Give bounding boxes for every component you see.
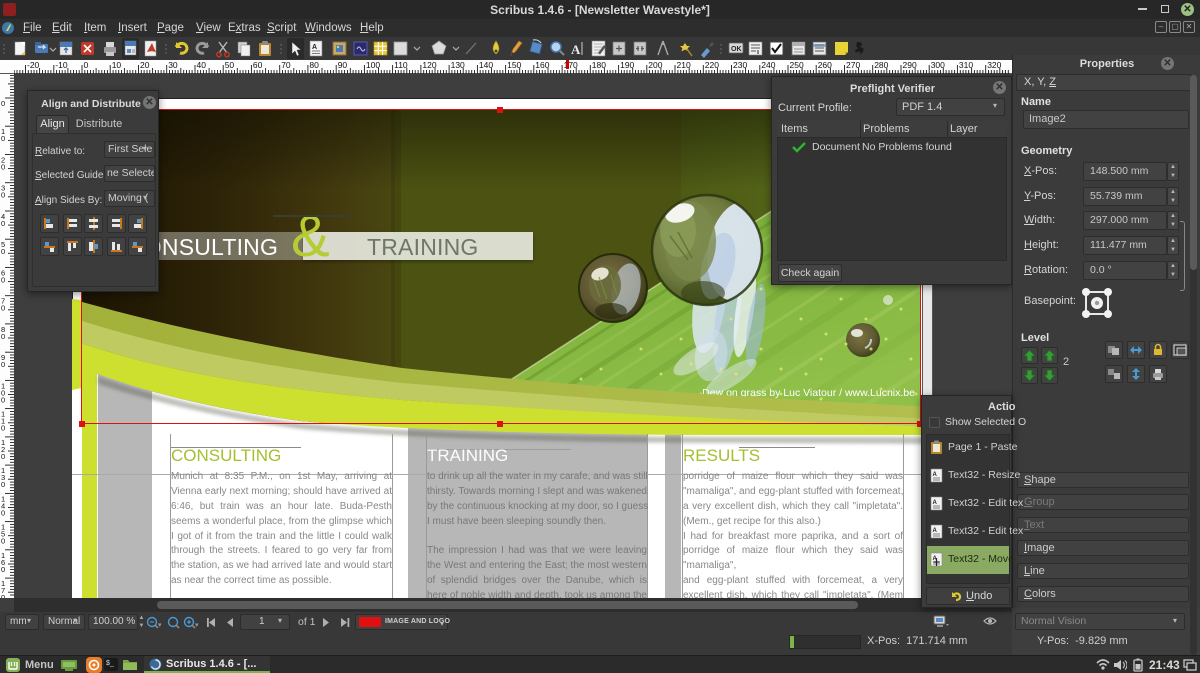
svg-text:30: 30 — [168, 60, 178, 70]
svg-text:0: 0 — [1, 134, 5, 143]
svg-text:0: 0 — [1, 452, 5, 461]
svg-text:0: 0 — [1, 332, 5, 341]
svg-text:-20: -20 — [27, 60, 40, 70]
svg-text:0: 0 — [1, 99, 5, 108]
svg-text:0: 0 — [1, 304, 5, 313]
svg-text:0: 0 — [1, 191, 5, 200]
svg-text:90: 90 — [338, 60, 348, 70]
svg-text:0: 0 — [1, 219, 5, 228]
svg-text:0: 0 — [1, 247, 5, 256]
svg-text:0: 0 — [1, 275, 5, 284]
svg-text:0: 0 — [84, 60, 89, 70]
svg-text:0: 0 — [1, 537, 5, 546]
svg-text:70: 70 — [281, 60, 291, 70]
svg-text:0: 0 — [1, 565, 5, 574]
svg-text:110: 110 — [394, 60, 408, 70]
svg-text:-10: -10 — [55, 60, 68, 70]
svg-text:20: 20 — [140, 60, 150, 70]
svg-text:50: 50 — [225, 60, 235, 70]
svg-text:0: 0 — [1, 424, 5, 433]
svg-text:A: A — [571, 42, 581, 57]
svg-text:A: A — [933, 472, 938, 478]
svg-text:40: 40 — [197, 60, 207, 70]
svg-text:A: A — [933, 528, 938, 534]
svg-text:80: 80 — [309, 60, 319, 70]
svg-text:60: 60 — [253, 60, 263, 70]
svg-text:10: 10 — [112, 60, 122, 70]
svg-text:0: 0 — [1, 508, 5, 517]
svg-text:0: 0 — [1, 593, 5, 598]
svg-text:A: A — [933, 500, 938, 506]
svg-text:0: 0 — [1, 360, 5, 369]
svg-text:1: 1 — [171, 620, 175, 627]
svg-text:0: 0 — [1, 395, 5, 404]
svg-text:0: 0 — [1, 480, 5, 489]
svg-text:0: 0 — [1, 163, 5, 172]
svg-text:OK: OK — [731, 46, 742, 53]
svg-text:A: A — [312, 44, 317, 51]
